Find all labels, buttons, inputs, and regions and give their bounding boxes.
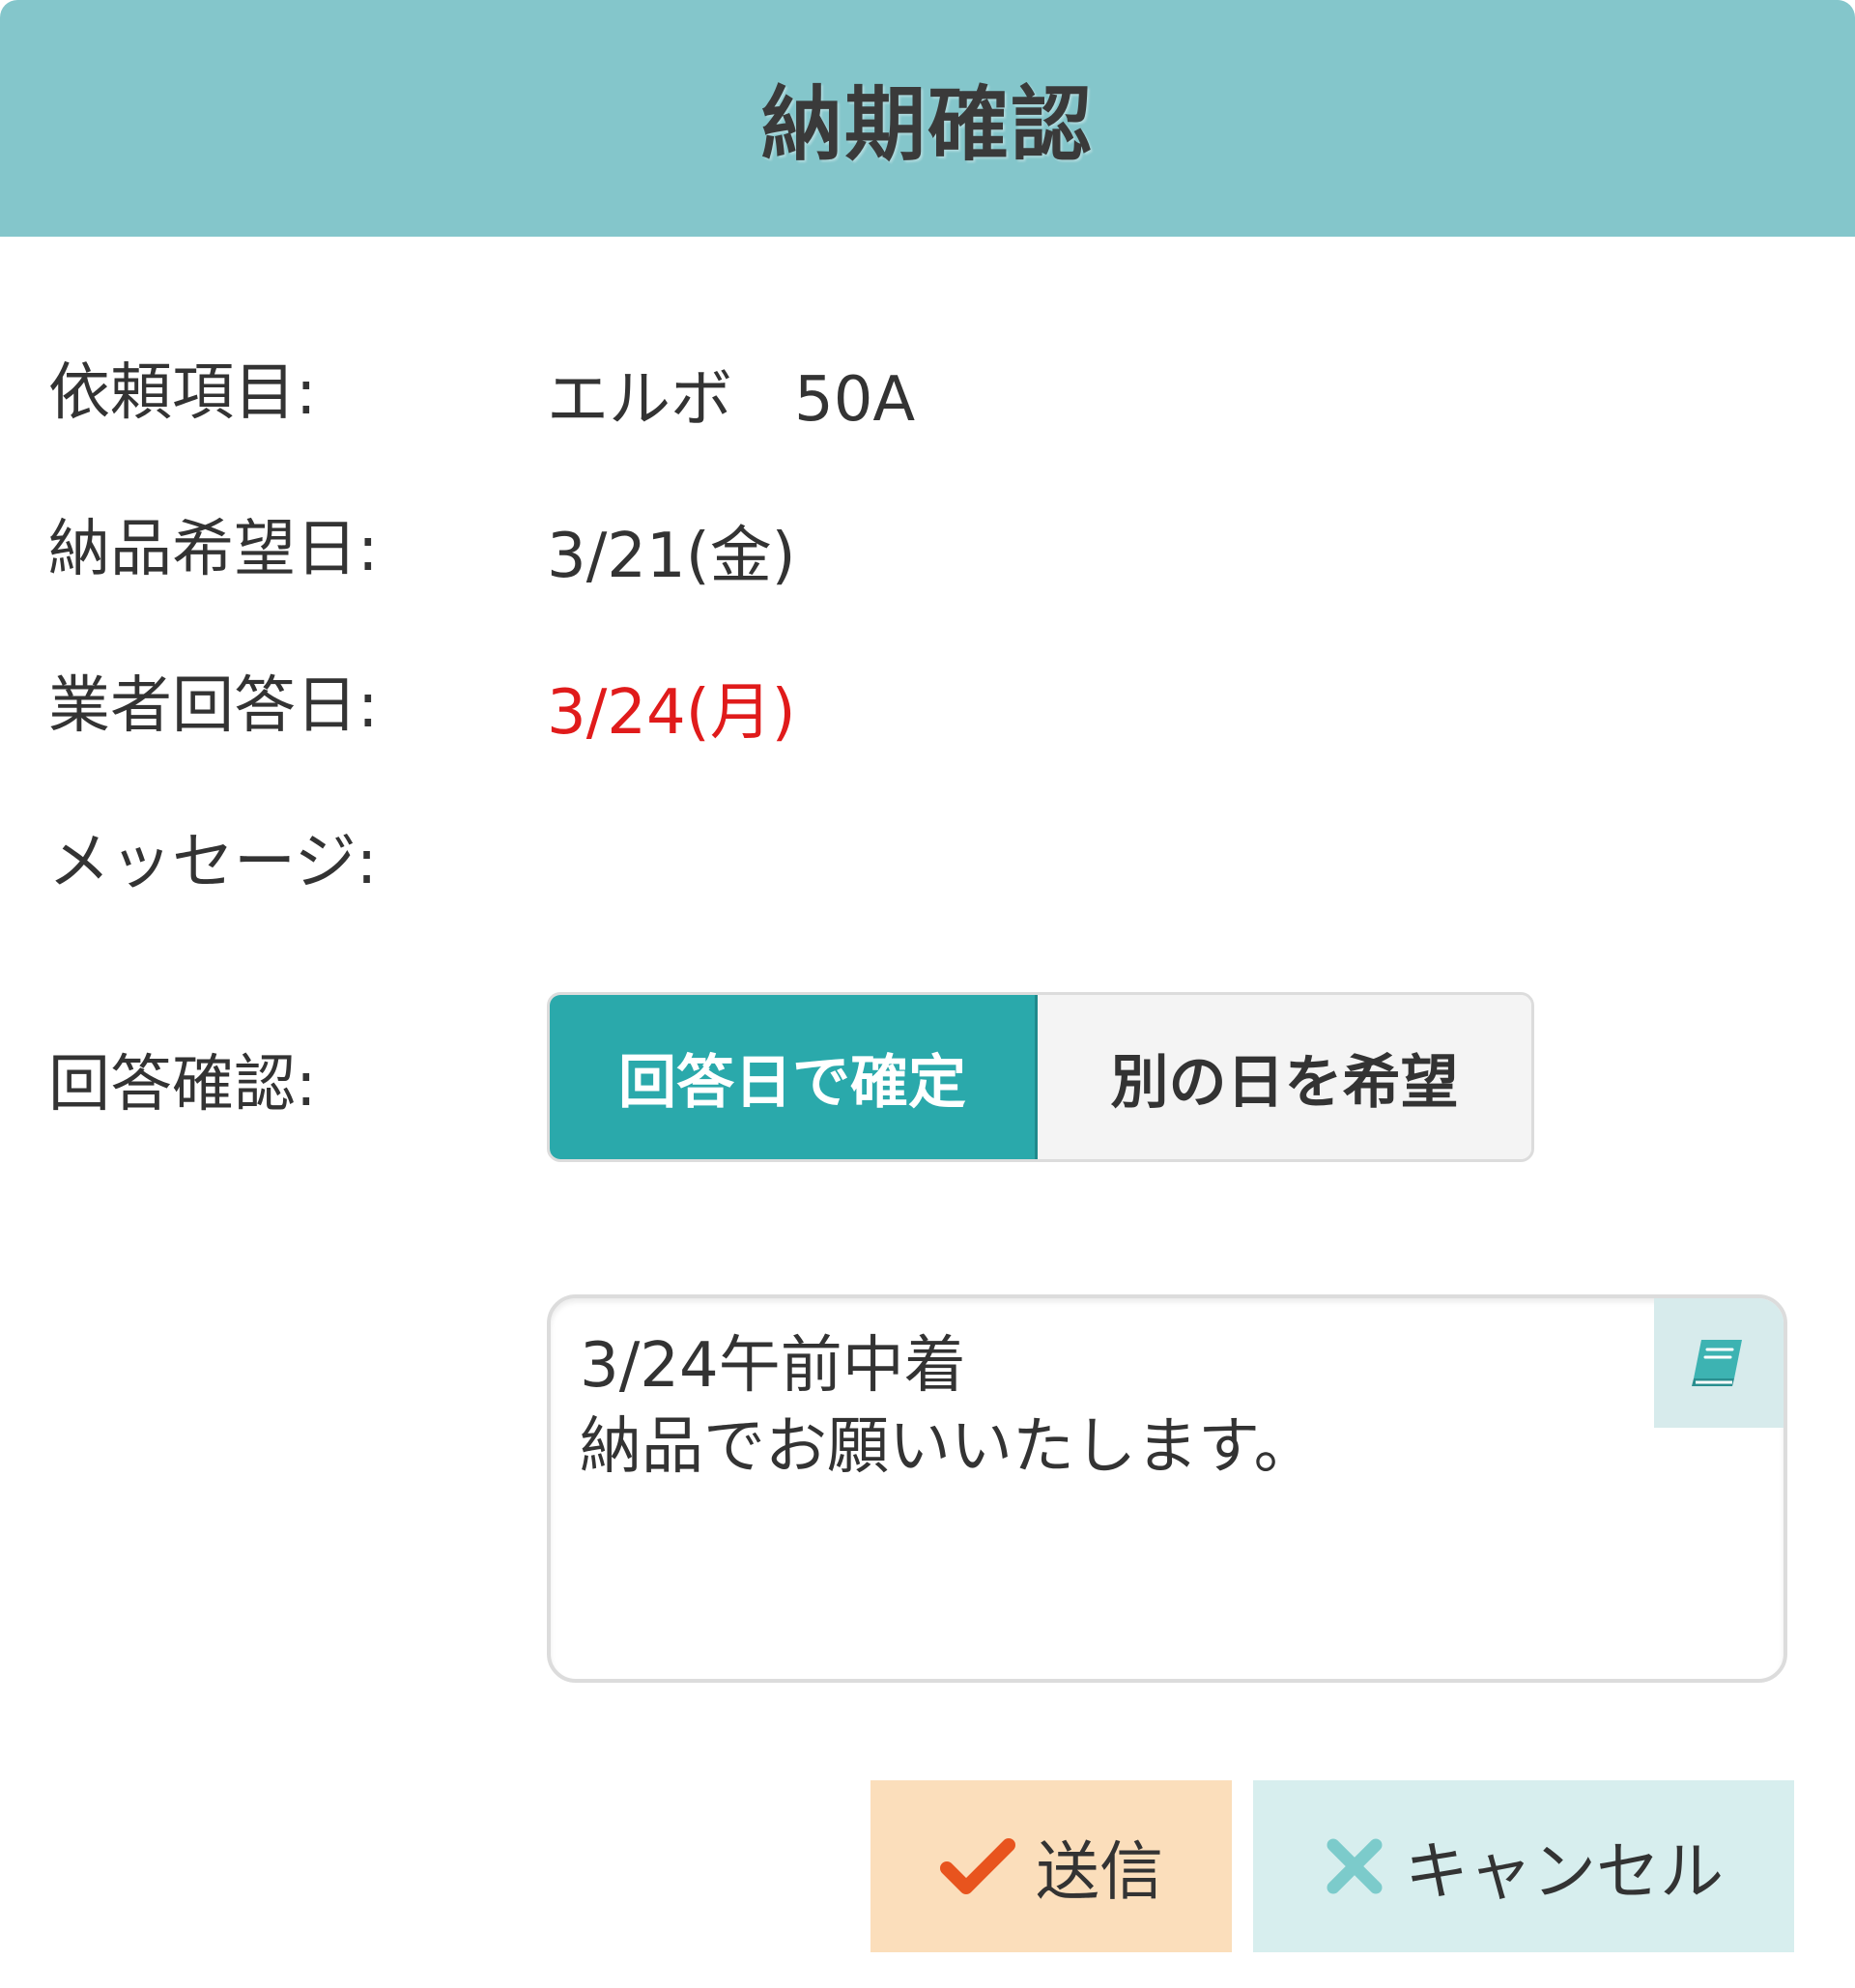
confirm-reply-date-button[interactable]: 回答日で確定 — [550, 995, 1038, 1159]
request-other-date-button[interactable]: 別の日を希望 — [1038, 995, 1531, 1159]
desired-date-value: 3/21(金) — [547, 521, 796, 592]
cancel-label: キャンセル — [1405, 1834, 1724, 1909]
request-item-value: エルボ 50A — [547, 364, 916, 436]
message-textarea[interactable]: 3/24午前中着 納品でお願いいたします。 — [547, 1294, 1787, 1683]
message-label: メッセージ: — [48, 827, 378, 898]
delivery-confirm-dialog: 納期確認 依頼項目: エルボ 50A 納品希望日: 3/21(金) 業者回答日:… — [0, 0, 1855, 1988]
dialog-header: 納期確認 — [0, 0, 1855, 237]
vendor-reply-date-value: 3/24(月) — [547, 677, 796, 749]
send-button[interactable]: 送信 — [870, 1780, 1232, 1952]
desired-date-label: 納品希望日: — [48, 514, 379, 585]
confirm-label: 回答確認: — [48, 1049, 317, 1121]
check-icon — [939, 1835, 1016, 1897]
dialog-title: 納期確認 — [760, 77, 1094, 172]
confirm-segmented-control: 回答日で確定 別の日を希望 — [547, 992, 1534, 1162]
template-book-button[interactable] — [1654, 1298, 1784, 1428]
vendor-reply-date-label: 業者回答日: — [48, 670, 379, 742]
request-item-label: 依頼項目: — [48, 357, 317, 429]
message-textarea-text[interactable]: 3/24午前中着 納品でお願いいたします。 — [580, 1325, 1648, 1488]
cancel-button[interactable]: キャンセル — [1253, 1780, 1794, 1952]
send-label: 送信 — [1036, 1834, 1163, 1909]
book-icon — [1692, 1340, 1742, 1386]
close-icon — [1324, 1835, 1385, 1897]
